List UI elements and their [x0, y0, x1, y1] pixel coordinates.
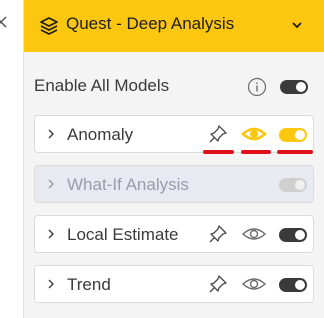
- model-toggle[interactable]: [279, 278, 307, 292]
- toggle-knob: [295, 280, 305, 290]
- model-card-local-estimate[interactable]: Local Estimate: [34, 215, 314, 253]
- model-label: Trend: [67, 275, 111, 294]
- chevron-right-icon[interactable]: [46, 178, 56, 190]
- enable-all-label: Enable All Models: [34, 76, 170, 95]
- panel-title: Quest - Deep Analysis: [66, 14, 235, 33]
- panel-header[interactable]: Quest - Deep Analysis: [24, 0, 324, 52]
- toggle-knob: [295, 130, 305, 140]
- model-card-what-if-analysis[interactable]: What-If Analysis: [34, 165, 314, 203]
- model-card-anomaly[interactable]: Anomaly: [34, 115, 314, 153]
- deep-analysis-panel: Quest - Deep Analysis Enable All Models …: [24, 0, 324, 318]
- chevron-right-icon[interactable]: [46, 278, 56, 290]
- toggle-knob: [295, 230, 305, 240]
- chevron-down-icon[interactable]: [291, 19, 303, 31]
- eye-icon[interactable]: [241, 274, 267, 294]
- enable-all-toggle[interactable]: [280, 80, 308, 94]
- model-toggle[interactable]: [279, 128, 307, 142]
- close-icon[interactable]: [0, 15, 12, 31]
- eye-icon[interactable]: [241, 224, 267, 244]
- model-label: Local Estimate: [67, 225, 179, 244]
- model-label: Anomaly: [67, 125, 134, 144]
- chevron-right-icon[interactable]: [46, 228, 56, 240]
- toggle-knob: [295, 180, 305, 190]
- pin-highlight-underline: [203, 150, 234, 154]
- eye-highlight-underline: [241, 150, 271, 154]
- toggle-highlight-underline: [277, 150, 313, 154]
- model-label: What-If Analysis: [67, 175, 189, 194]
- layers-icon: [40, 17, 58, 35]
- chevron-right-icon[interactable]: [46, 128, 56, 140]
- pin-icon[interactable]: [207, 223, 229, 245]
- info-icon[interactable]: [247, 77, 267, 97]
- toggle-knob: [296, 82, 306, 92]
- model-card-trend[interactable]: Trend: [34, 265, 314, 303]
- model-toggle[interactable]: [279, 228, 307, 242]
- pin-icon[interactable]: [207, 273, 229, 295]
- model-toggle[interactable]: [279, 178, 307, 192]
- pin-icon[interactable]: [207, 123, 229, 145]
- left-strip: [0, 0, 24, 318]
- eye-icon[interactable]: [241, 124, 267, 144]
